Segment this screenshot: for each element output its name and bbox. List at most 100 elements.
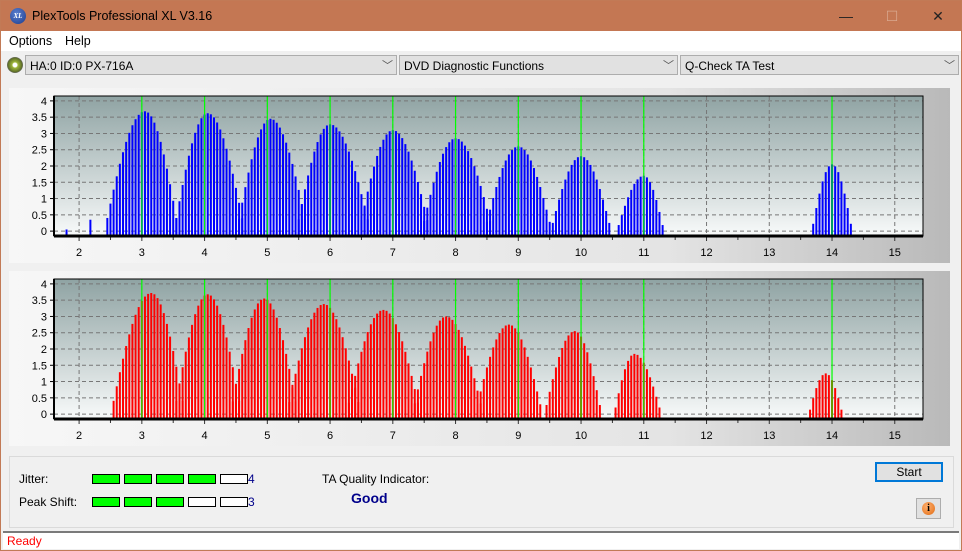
histogram-bar: [652, 189, 655, 236]
minimize-button[interactable]: —: [823, 1, 869, 31]
histogram-bar: [300, 204, 303, 236]
histogram-bar: [303, 189, 306, 236]
histogram-bar: [325, 125, 328, 236]
meter-segment: [220, 474, 248, 484]
histogram-bar: [536, 176, 539, 236]
histogram-bar: [282, 134, 285, 236]
lower-chart: 0 0.5 1 1.5 2 2.5 3 3.5 4 2 3 4 5 6 7 8 9 10 11 12 13 14 15: [32, 278, 924, 442]
histogram-bar: [147, 293, 150, 419]
histogram-bar: [228, 351, 231, 419]
histogram-bar: [250, 159, 253, 236]
peak-shift-label: Peak Shift:: [19, 495, 78, 509]
histogram-bar: [125, 346, 128, 419]
y-tick-label: 4: [41, 96, 47, 108]
histogram-bar: [219, 129, 222, 236]
info-button[interactable]: i: [916, 498, 941, 519]
histogram-bar: [128, 334, 131, 419]
histogram-bar: [630, 355, 633, 419]
histogram-bar: [482, 379, 485, 419]
histogram-bar: [479, 185, 482, 236]
histogram-bar: [319, 305, 322, 419]
menu-options[interactable]: Options: [9, 34, 52, 48]
x-tick-label: 15: [889, 247, 901, 259]
histogram-bar: [260, 129, 263, 236]
histogram-bar: [834, 388, 837, 419]
histogram-bar: [275, 317, 278, 419]
histogram-bar: [206, 294, 209, 419]
disc-drive-icon: [7, 57, 23, 73]
histogram-bar: [194, 314, 197, 419]
histogram-bar: [479, 391, 482, 419]
histogram-bar: [504, 325, 507, 419]
histogram-bar: [325, 305, 328, 419]
y-tick-label: 0: [41, 409, 47, 421]
histogram-bar: [212, 299, 215, 419]
histogram-bar: [485, 367, 488, 419]
histogram-bar: [583, 157, 586, 236]
histogram-bar: [118, 163, 121, 236]
histogram-bar: [627, 360, 630, 419]
histogram-bar: [595, 390, 598, 419]
x-tick-label: 4: [202, 430, 208, 442]
histogram-bar: [172, 350, 175, 419]
histogram-bar: [470, 158, 473, 236]
histogram-bar: [476, 175, 479, 236]
histogram-bar: [294, 373, 297, 419]
histogram-bar: [589, 164, 592, 236]
histogram-bar: [398, 332, 401, 419]
close-button[interactable]: ✕: [915, 1, 961, 31]
histogram-bar: [639, 357, 642, 419]
histogram-bar: [846, 208, 849, 236]
histogram-bar: [423, 220, 426, 236]
histogram-bar: [539, 186, 542, 236]
histogram-bar: [404, 351, 407, 419]
histogram-bar: [451, 139, 454, 236]
histogram-bar: [369, 178, 372, 236]
y-tick-label: 3: [41, 311, 47, 323]
histogram-bar: [511, 150, 514, 236]
histogram-bar: [165, 323, 168, 419]
start-button[interactable]: Start: [875, 462, 943, 482]
histogram-bar: [316, 307, 319, 419]
histogram-bar: [815, 388, 818, 419]
function-select[interactable]: DVD Diagnostic Functions ﹀: [399, 55, 678, 75]
jitter-label: Jitter:: [19, 472, 49, 486]
histogram-bar: [109, 203, 112, 236]
histogram-bar: [115, 386, 118, 419]
ta-quality-value: Good: [351, 490, 388, 506]
histogram-bar: [442, 317, 445, 419]
histogram-bar: [369, 324, 372, 419]
histogram-bar: [576, 332, 579, 419]
test-select[interactable]: Q-Check TA Test ﹀: [680, 55, 959, 75]
histogram-bar: [598, 189, 601, 236]
y-tick-label: 2: [41, 344, 47, 356]
histogram-bar: [633, 183, 636, 236]
histogram-bar: [231, 401, 234, 419]
histogram-bar: [639, 176, 642, 236]
menu-help[interactable]: Help: [65, 34, 91, 48]
maximize-button[interactable]: ☐: [869, 1, 915, 31]
histogram-bar: [595, 179, 598, 236]
histogram-bar: [457, 329, 460, 419]
histogram-bar: [184, 351, 187, 419]
histogram-bar: [131, 323, 134, 419]
drive-select[interactable]: HA:0 ID:0 PX-716A ﹀: [25, 55, 397, 75]
histogram-bar: [473, 166, 476, 236]
histogram-bar: [354, 375, 357, 419]
histogram-bar: [561, 189, 564, 236]
histogram-bar: [818, 380, 821, 419]
x-tick-label: 14: [826, 247, 838, 259]
histogram-bar: [501, 328, 504, 419]
histogram-bar: [655, 200, 658, 236]
histogram-bar: [238, 218, 241, 236]
histogram-bar: [178, 383, 181, 419]
histogram-bar: [542, 197, 545, 236]
y-tick-label: 2: [41, 161, 47, 173]
histogram-bar: [837, 398, 840, 419]
histogram-bar: [489, 356, 492, 419]
histogram-bar: [834, 166, 837, 236]
histogram-bar: [614, 407, 617, 419]
histogram-bar: [143, 111, 146, 236]
histogram-bar: [564, 340, 567, 419]
histogram-bar: [821, 181, 824, 236]
